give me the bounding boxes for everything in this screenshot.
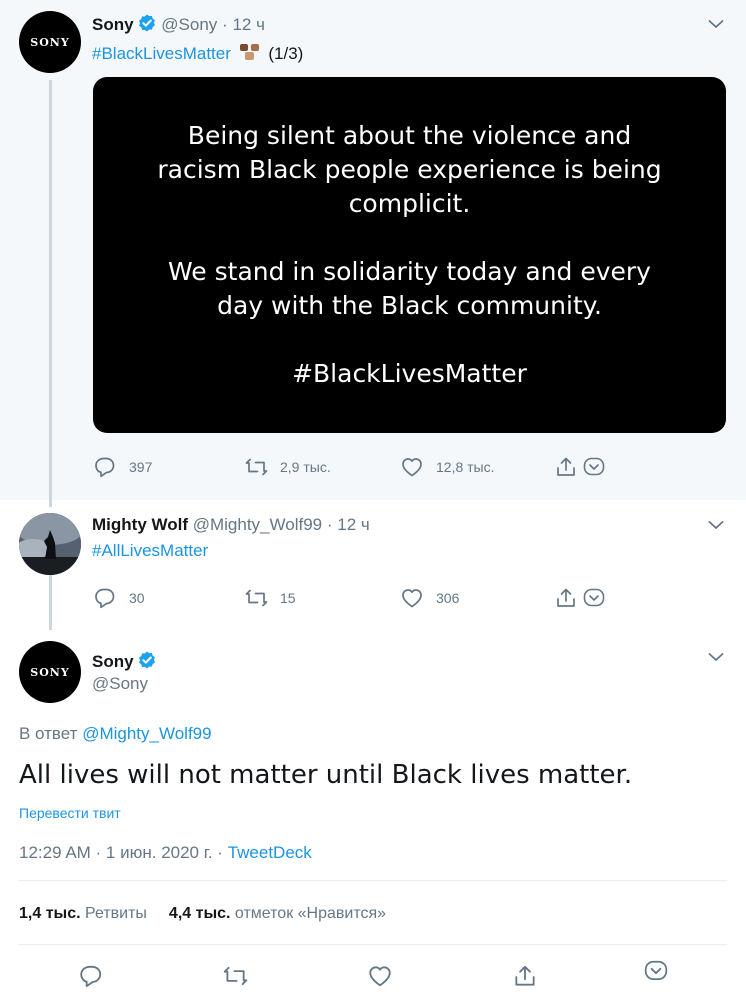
retweet-count: 15 bbox=[280, 590, 296, 606]
like-total: 4,4 тыс. bbox=[168, 905, 231, 922]
reply-button[interactable]: 30 bbox=[93, 586, 145, 610]
avatar-logo-text: SONY bbox=[30, 35, 70, 49]
sony-avatar[interactable]: SONY bbox=[19, 641, 81, 703]
like-label: отметок «Нравится» bbox=[234, 905, 387, 922]
image-text-line: complicit. bbox=[348, 189, 471, 218]
author-name[interactable]: Mighty Wolf bbox=[92, 515, 188, 534]
author-name-line: Sony bbox=[92, 650, 157, 672]
chevron-down-icon[interactable] bbox=[708, 19, 724, 29]
chevron-down-icon[interactable] bbox=[708, 520, 724, 530]
tweet-header: Mighty Wolf @Mighty_Wolf99 · 12 ч bbox=[92, 515, 370, 535]
hashtag-link[interactable]: #AllLivesMatter bbox=[92, 541, 208, 560]
image-text-line: Being silent about the violence and bbox=[187, 121, 632, 150]
raised-fists-emoji-icon bbox=[239, 44, 259, 60]
retweet-icon bbox=[245, 589, 268, 607]
share-icon[interactable] bbox=[512, 963, 538, 989]
source-link[interactable]: TweetDeck bbox=[228, 843, 312, 862]
direct-message-icon[interactable] bbox=[582, 455, 606, 479]
thread-line bbox=[49, 575, 52, 630]
wolf-avatar-image bbox=[19, 513, 81, 575]
separator: · bbox=[222, 15, 228, 34]
author-handle[interactable]: @Sony bbox=[161, 15, 217, 34]
retweet-count: 2,9 тыс. bbox=[280, 459, 331, 475]
author-handle[interactable]: @Sony bbox=[92, 674, 148, 693]
tweet-time[interactable]: 12 ч bbox=[232, 15, 265, 34]
retweet-icon[interactable] bbox=[222, 963, 248, 989]
tweet-time[interactable]: 12 ч bbox=[337, 515, 370, 534]
like-icon[interactable] bbox=[367, 963, 393, 989]
divider bbox=[19, 944, 727, 945]
reply-count: 397 bbox=[129, 459, 153, 475]
reply-count: 30 bbox=[129, 590, 145, 606]
thread-line bbox=[49, 80, 52, 507]
author-handle-line: @Sony bbox=[92, 674, 148, 694]
reply-context: В ответ @Mighty_Wolf99 bbox=[19, 724, 212, 744]
reply-icon[interactable] bbox=[78, 963, 104, 989]
like-count: 306 bbox=[436, 590, 460, 606]
hashtag-link[interactable]: #BlackLivesMatter bbox=[92, 44, 231, 63]
thread-counter: (1/3) bbox=[268, 44, 304, 63]
verified-badge-icon bbox=[137, 13, 156, 33]
mighty-wolf-avatar[interactable] bbox=[19, 513, 81, 575]
tweet-image[interactable]: Being silent about the violence and raci… bbox=[93, 77, 726, 433]
chevron-down-icon[interactable] bbox=[708, 652, 724, 662]
share-icon[interactable] bbox=[554, 455, 578, 479]
tweet-meta: 12:29 AM · 1 июн. 2020 г. · TweetDeck bbox=[19, 843, 312, 863]
like-count: 12,8 тыс. bbox=[436, 459, 495, 475]
reply-button[interactable]: 397 bbox=[93, 455, 152, 479]
reply-icon bbox=[95, 588, 115, 609]
like-button[interactable]: 306 bbox=[400, 586, 459, 610]
divider bbox=[19, 880, 727, 881]
tweet-text: #BlackLivesMatter (1/3) bbox=[92, 42, 303, 64]
image-text-line: We stand in solidarity today and every bbox=[168, 257, 651, 286]
retweets-stat[interactable]: 1,4 тыс. Ретвиты bbox=[19, 905, 147, 922]
retweet-label: Ретвиты bbox=[84, 905, 147, 922]
retweet-button[interactable]: 2,9 тыс. bbox=[244, 455, 331, 479]
likes-stat[interactable]: 4,4 тыс. отметок «Нравится» bbox=[169, 905, 386, 922]
direct-message-icon[interactable] bbox=[582, 586, 606, 610]
avatar-logo-text: SONY bbox=[30, 665, 70, 679]
reply-handle-link[interactable]: @Mighty_Wolf99 bbox=[82, 724, 211, 743]
like-icon bbox=[402, 458, 422, 477]
retweet-icon bbox=[245, 458, 268, 476]
translate-link[interactable]: Перевести твит bbox=[19, 805, 121, 821]
separator: · bbox=[326, 515, 333, 534]
share-icon[interactable] bbox=[554, 586, 578, 610]
reply-prefix: В ответ bbox=[19, 724, 78, 743]
sony-avatar[interactable]: SONY bbox=[19, 11, 81, 73]
image-text-line: racism Black people experience is being bbox=[157, 155, 662, 184]
retweet-button[interactable]: 15 bbox=[244, 586, 296, 610]
image-text-line: day with the Black community. bbox=[217, 291, 602, 320]
author-handle[interactable]: @Mighty_Wolf99 bbox=[193, 515, 322, 534]
retweet-total: 1,4 тыс. bbox=[19, 905, 81, 922]
engagement-stats: 1,4 тыс. Ретвиты 4,4 тыс. отметок «Нравит… bbox=[19, 905, 386, 923]
tweet-text: All lives will not matter until Black li… bbox=[19, 760, 633, 790]
author-name[interactable]: Sony bbox=[92, 652, 134, 671]
direct-message-icon[interactable] bbox=[643, 958, 669, 984]
tweet-timestamp[interactable]: 12:29 AM · 1 июн. 2020 г. · bbox=[19, 843, 223, 862]
verified-badge-icon bbox=[137, 650, 156, 670]
tweet-text: #AllLivesMatter bbox=[92, 541, 208, 561]
reply-icon bbox=[95, 457, 115, 478]
like-button[interactable]: 12,8 тыс. bbox=[400, 455, 495, 479]
like-icon bbox=[402, 589, 422, 608]
tweet-header: Sony @Sony · 12 ч bbox=[92, 13, 265, 35]
author-name[interactable]: Sony bbox=[92, 15, 134, 34]
image-hashtag-line: #BlackLivesMatter bbox=[292, 359, 527, 388]
